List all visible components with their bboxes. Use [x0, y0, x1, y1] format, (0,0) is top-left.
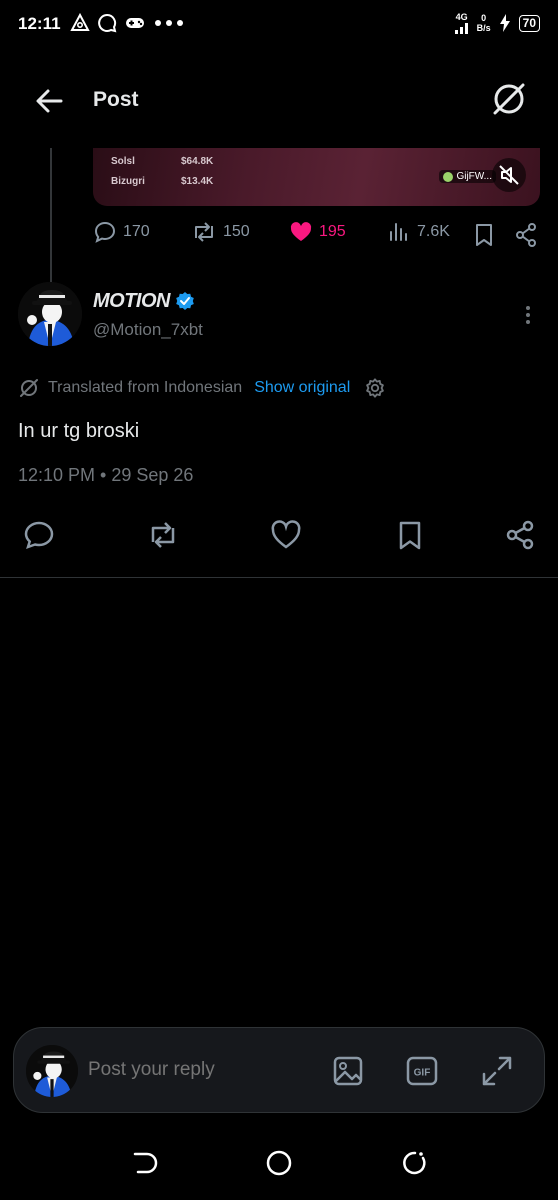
- net-speed: 0 B/s: [477, 13, 491, 33]
- views-count-button[interactable]: 7.6K: [387, 220, 450, 244]
- share-icon[interactable]: [514, 222, 538, 248]
- analytics-icon: [390, 223, 407, 241]
- verified-badge-icon: [176, 292, 194, 310]
- chat-bubble-icon: [98, 13, 117, 33]
- author-handle[interactable]: @Motion_7xbt: [93, 320, 203, 340]
- reply-composer: GIF: [13, 1027, 545, 1113]
- signal-icon: [454, 23, 468, 34]
- bookmark-icon[interactable]: [393, 518, 427, 552]
- avatar-image: [26, 1045, 78, 1097]
- gear-icon[interactable]: [364, 377, 386, 399]
- reply-count-button[interactable]: 170: [93, 220, 150, 244]
- mute-button[interactable]: [492, 158, 526, 192]
- triangle-alert-icon: [70, 13, 90, 31]
- post-text: In ur tg broski: [18, 420, 140, 442]
- expand-icon[interactable]: [480, 1054, 514, 1088]
- views-count: 7.6K: [417, 223, 450, 240]
- repost-count: 150: [223, 223, 250, 240]
- reply-icon[interactable]: [22, 518, 56, 552]
- badge-dot-icon: [443, 171, 454, 182]
- grok-icon[interactable]: [490, 80, 528, 118]
- gif-icon[interactable]: GIF: [405, 1054, 439, 1088]
- thread-line: [50, 148, 52, 284]
- svg-text:GIF: GIF: [414, 1068, 431, 1079]
- translation-row: Translated from Indonesian Show original: [18, 375, 386, 401]
- media-row-label: Solsl: [111, 156, 135, 167]
- signal-indicator: 4G: [454, 12, 469, 34]
- media-badge: GijFW...: [439, 170, 496, 183]
- repost-count-button[interactable]: 150: [191, 220, 250, 244]
- grok-translate-icon: [20, 379, 38, 397]
- back-arrow-icon[interactable]: [32, 84, 66, 118]
- charging-icon: [499, 14, 510, 32]
- back-nav-icon[interactable]: [129, 1148, 159, 1178]
- heart-filled-icon: [290, 222, 312, 241]
- notification-icons: [70, 13, 185, 33]
- avatar-image: [18, 282, 82, 346]
- post-action-bar: [0, 512, 558, 560]
- divider: [0, 577, 558, 578]
- speaker-muted-icon: [499, 165, 519, 185]
- net-speed-unit: B/s: [476, 23, 491, 33]
- home-nav-icon[interactable]: [264, 1148, 294, 1178]
- reply-input[interactable]: [88, 1059, 308, 1081]
- gamepad-icon: [126, 18, 144, 28]
- status-right: 4G 0 B/s 70: [454, 12, 540, 34]
- media-badge-label: GijFW...: [456, 171, 492, 182]
- status-bar: 12:11 4G 0 B/s 70: [0, 0, 558, 50]
- share-icon[interactable]: [503, 518, 537, 552]
- repost-icon: [195, 222, 213, 242]
- battery-level: 70: [518, 14, 540, 32]
- net-speed-value: 0: [481, 13, 487, 23]
- parent-action-bar: 170 150 195 7.6K: [93, 220, 540, 250]
- page-title: Post: [93, 88, 139, 111]
- media-row-value: $13.4K: [181, 176, 214, 187]
- heart-icon[interactable]: [269, 518, 303, 552]
- reply-count: 170: [123, 223, 150, 240]
- more-dots-icon: [155, 20, 183, 26]
- media-row-value: $64.8K: [181, 156, 214, 167]
- bookmark-icon[interactable]: [472, 222, 496, 248]
- media-row-label: Bizugri: [111, 176, 145, 187]
- status-time: 12:11: [18, 14, 61, 33]
- show-original-link[interactable]: Show original: [254, 379, 350, 397]
- more-vertical-icon[interactable]: [518, 304, 538, 326]
- top-app-bar: Post: [0, 72, 558, 128]
- parent-media-video[interactable]: Solsl $64.8K Bizugri $13.4K GijFW...: [93, 148, 540, 206]
- image-icon[interactable]: [331, 1054, 365, 1088]
- reply-icon: [94, 221, 116, 243]
- like-count: 195: [319, 223, 346, 240]
- repost-icon[interactable]: [146, 518, 180, 552]
- system-nav-bar: [0, 1130, 558, 1200]
- like-count-button[interactable]: 195: [289, 220, 346, 244]
- post-timestamp: 12:10 PM • 29 Sep 26: [18, 465, 194, 485]
- network-type: 4G: [455, 12, 468, 22]
- avatar: [26, 1045, 78, 1097]
- avatar[interactable]: [18, 282, 82, 346]
- translated-note: Translated from Indonesian: [48, 379, 243, 396]
- recents-nav-icon[interactable]: [399, 1148, 429, 1178]
- author-name[interactable]: MOTION: [93, 290, 171, 313]
